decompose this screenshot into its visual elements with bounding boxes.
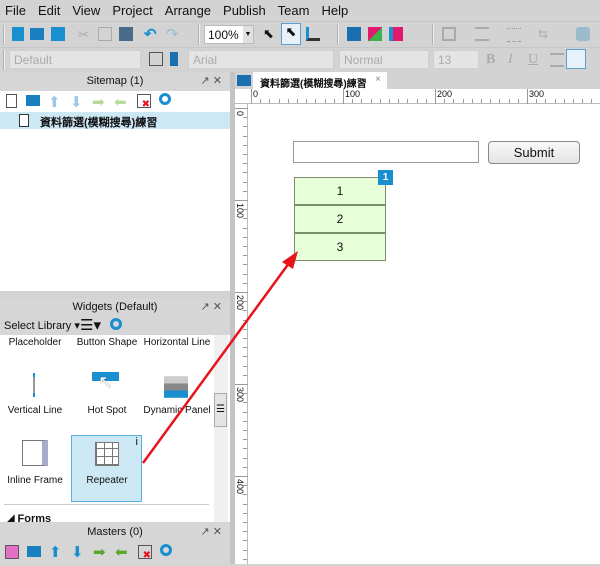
annotation-arrow bbox=[141, 251, 298, 464]
